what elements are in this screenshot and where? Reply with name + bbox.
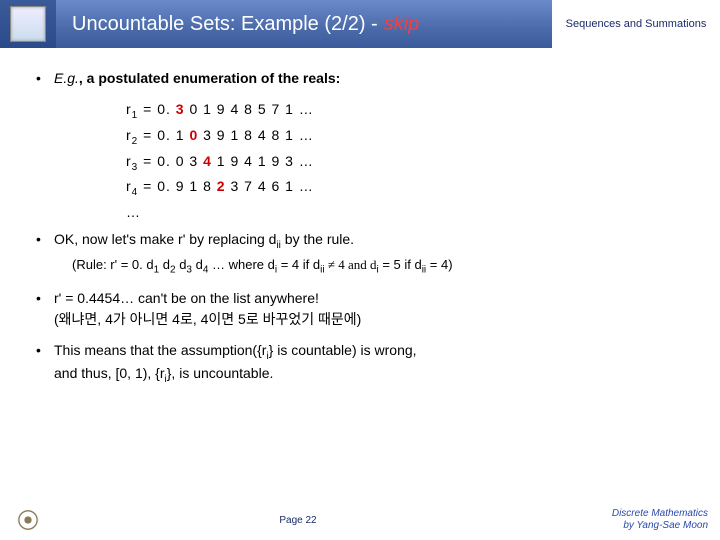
bullet-4-text: This means that the assumption({ri} is c… [54,340,684,388]
bullet-3-text: r' = 0.4454… can't be on the list anywhe… [54,288,684,330]
footer-credit: Discrete Mathematics by Yang-Sae Moon [540,508,720,532]
enumeration-block: r1 = 0. 3 0 1 9 4 8 5 7 1 … r2 = 0. 1 0 … [126,99,684,223]
bullet-2-text: OK, now let's make r' by replacing dii b… [54,229,684,277]
enum-r2: r2 = 0. 1 0 3 9 1 8 4 8 1 … [126,125,684,149]
title-skip: skip [384,13,420,36]
slide-title: Uncountable Sets: Example (2/2) - skip [56,0,552,48]
bullet-dot: • [36,340,54,388]
bullet-2: • OK, now let's make r' by replacing dii… [36,229,684,277]
credit-line-1: Discrete Mathematics [540,508,708,520]
eg-label: E.g. [54,70,79,86]
bullet-3b: (왜냐면, 4가 아니면 4로, 4이면 5로 바꾸었기 때문에) [54,309,684,330]
credit-line-2: by Yang-Sae Moon [540,520,708,532]
bullet-dot: • [36,68,54,89]
bullet-4: • This means that the assumption({ri} is… [36,340,684,388]
title-text: Uncountable Sets: Example (2/2) - [72,13,378,36]
bullet-dot: • [36,288,54,330]
bullet-1: • E.g., a postulated enumeration of the … [36,68,684,89]
slide-content: • E.g., a postulated enumeration of the … [0,48,720,387]
university-logo-icon [0,509,56,531]
bullet-dot: • [36,229,54,277]
enum-r4: r4 = 0. 9 1 8 2 3 7 4 6 1 … [126,176,684,200]
rule-line: (Rule: r' = 0. d1 d2 d3 d4 … where di = … [72,255,684,278]
bullet-1-rest: , a postulated enumeration of the reals: [79,70,340,86]
section-label: Sequences and Summations [552,0,720,48]
slide-header: Uncountable Sets: Example (2/2) - skip S… [0,0,720,48]
page-number: Page 22 [56,515,540,526]
bullet-1-text: E.g., a postulated enumeration of the re… [54,68,684,89]
bullet-3a: r' = 0.4454… can't be on the list anywhe… [54,288,684,309]
bullet-3: • r' = 0.4454… can't be on the list anyw… [36,288,684,330]
logo-icon [0,0,56,48]
enum-r3: r3 = 0. 0 3 4 1 9 4 1 9 3 … [126,151,684,175]
enum-r1: r1 = 0. 3 0 1 9 4 8 5 7 1 … [126,99,684,123]
slide-footer: Page 22 Discrete Mathematics by Yang-Sae… [0,506,720,534]
enum-dots: … [126,202,684,223]
